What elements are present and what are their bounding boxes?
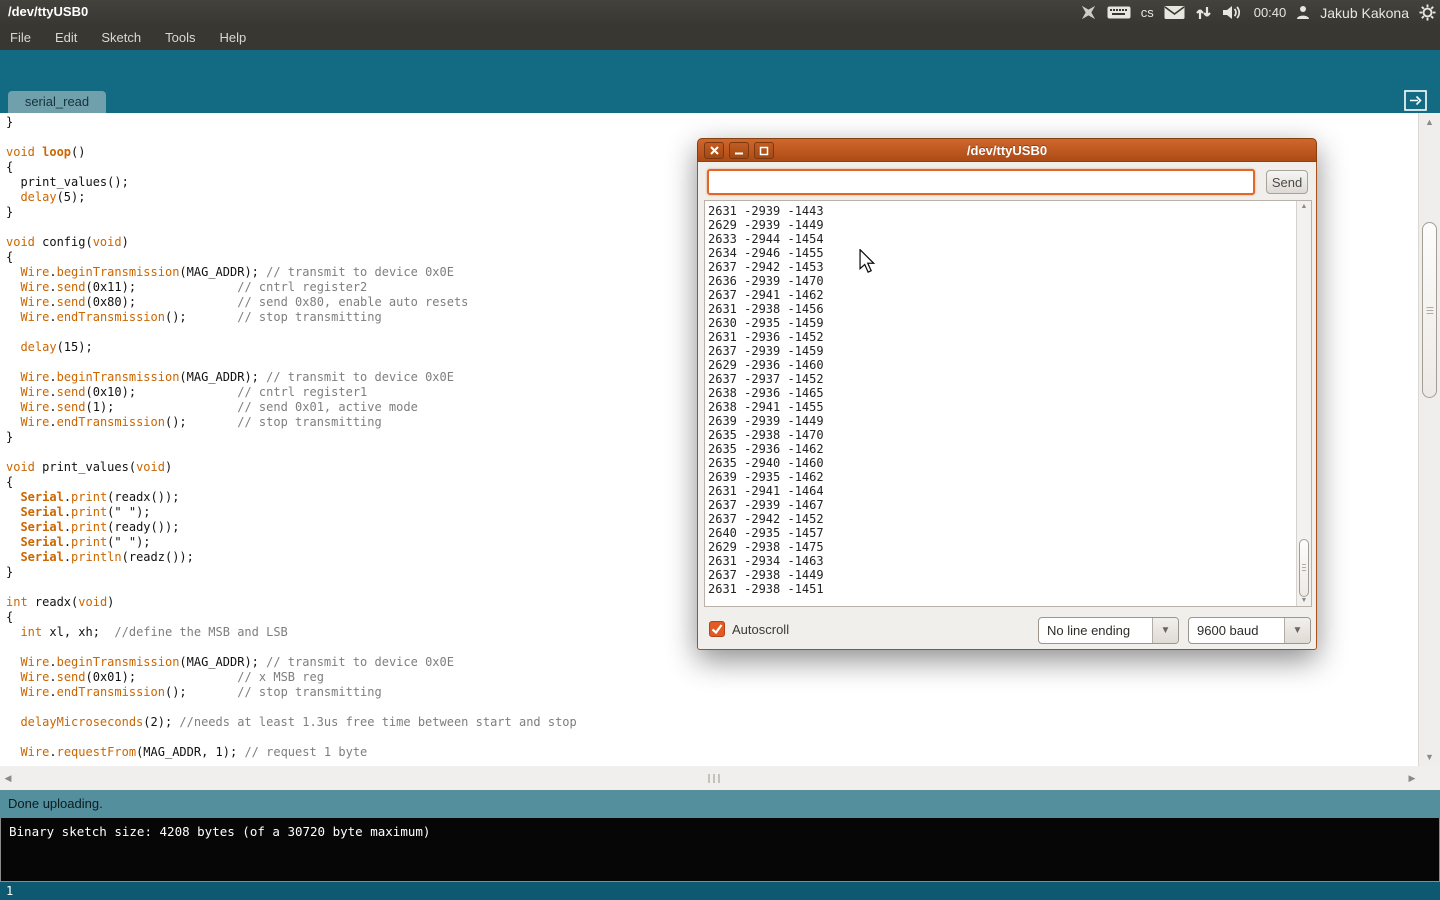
editor-horizontal-scrollbar[interactable]: ◀ ▶: [0, 766, 1440, 790]
line-ending-value: No line ending: [1039, 618, 1152, 643]
menu-tools[interactable]: Tools: [153, 25, 207, 50]
user-icon: [1296, 5, 1310, 20]
scroll-up-icon[interactable]: ▲: [1419, 117, 1440, 127]
autoscroll-checkbox[interactable]: [709, 621, 725, 637]
clock[interactable]: 00:40: [1254, 5, 1287, 20]
autoscroll-label[interactable]: Autoscroll: [732, 622, 789, 637]
ide-toolbar: [0, 50, 1440, 88]
send-button[interactable]: Send: [1266, 170, 1308, 194]
close-icon[interactable]: [704, 142, 724, 159]
menu-sketch[interactable]: Sketch: [89, 25, 153, 50]
scroll-up-icon[interactable]: ▲: [1297, 203, 1311, 210]
serial-window-controls: Autoscroll No line ending ▼ 9600 baud ▼: [698, 614, 1316, 650]
top-panel: /dev/ttyUSB0 cs 00:40 Jakub Kakona: [0, 0, 1440, 25]
panel-window-title: /dev/ttyUSB0: [8, 4, 88, 19]
menu-help[interactable]: Help: [207, 25, 258, 50]
maximize-icon[interactable]: [754, 142, 774, 159]
serial-scrollbar-thumb[interactable]: [1299, 539, 1309, 597]
line-number-strip: 1: [0, 882, 1440, 900]
serial-output: 2631 -2939 -1443 2629 -2939 -1449 2633 -…: [708, 204, 1311, 596]
chevron-down-icon[interactable]: ▼: [1152, 618, 1178, 643]
pinwheel-indicator-icon[interactable]: [1080, 4, 1097, 21]
scroll-down-icon[interactable]: ▼: [1297, 597, 1311, 604]
scroll-right-icon[interactable]: ▶: [1406, 773, 1418, 784]
menu-bar: File Edit Sketch Tools Help: [0, 25, 1440, 50]
system-tray: cs 00:40 Jakub Kakona: [1080, 0, 1436, 25]
line-ending-dropdown[interactable]: No line ending ▼: [1038, 617, 1179, 644]
baud-rate-value: 9600 baud: [1189, 618, 1284, 643]
current-line-number: 1: [6, 884, 13, 898]
mail-icon[interactable]: [1164, 5, 1185, 20]
volume-icon[interactable]: [1222, 4, 1244, 21]
scroll-left-icon[interactable]: ◀: [2, 773, 14, 784]
editor-vertical-scrollbar[interactable]: ▲ ▼: [1418, 113, 1440, 766]
console-text: Binary sketch size: 4208 bytes (of a 307…: [9, 824, 430, 839]
serial-window-titlebar[interactable]: /dev/ttyUSB0: [697, 138, 1317, 162]
serial-output-scrollbar[interactable]: ▲ ▼: [1296, 201, 1311, 606]
tab-serial-read[interactable]: serial_read: [8, 91, 106, 113]
serial-output-area[interactable]: 2631 -2939 -1443 2629 -2939 -1449 2633 -…: [704, 200, 1312, 607]
status-message: Done uploading.: [8, 796, 103, 811]
tab-bar: serial_read: [0, 88, 1440, 113]
chevron-down-icon[interactable]: ▼: [1284, 618, 1310, 643]
serial-monitor-window: /dev/ttyUSB0 Send 2631 -2939 -1443 2629 …: [697, 138, 1317, 650]
keyboard-layout-icon[interactable]: [1107, 5, 1131, 20]
user-name-menu[interactable]: Jakub Kakona: [1320, 5, 1409, 21]
new-tab-icon[interactable]: [1404, 90, 1427, 111]
console-output: Binary sketch size: 4208 bytes (of a 307…: [0, 818, 1440, 882]
menu-edit[interactable]: Edit: [43, 25, 89, 50]
network-updown-icon[interactable]: [1195, 5, 1212, 21]
scroll-down-icon[interactable]: ▼: [1419, 752, 1440, 762]
hscrollbar-grip[interactable]: [708, 774, 720, 783]
session-gear-icon[interactable]: [1419, 4, 1436, 21]
keyboard-layout-label[interactable]: cs: [1141, 5, 1154, 20]
serial-input[interactable]: [707, 169, 1255, 195]
serial-window-title: /dev/ttyUSB0: [698, 139, 1316, 162]
minimize-icon[interactable]: [729, 142, 749, 159]
scrollbar-thumb[interactable]: [1422, 222, 1437, 398]
status-bar: Done uploading.: [0, 790, 1440, 818]
serial-window-body: Send 2631 -2939 -1443 2629 -2939 -1449 2…: [697, 162, 1317, 650]
baud-rate-dropdown[interactable]: 9600 baud ▼: [1188, 617, 1311, 644]
menu-file[interactable]: File: [0, 25, 43, 50]
